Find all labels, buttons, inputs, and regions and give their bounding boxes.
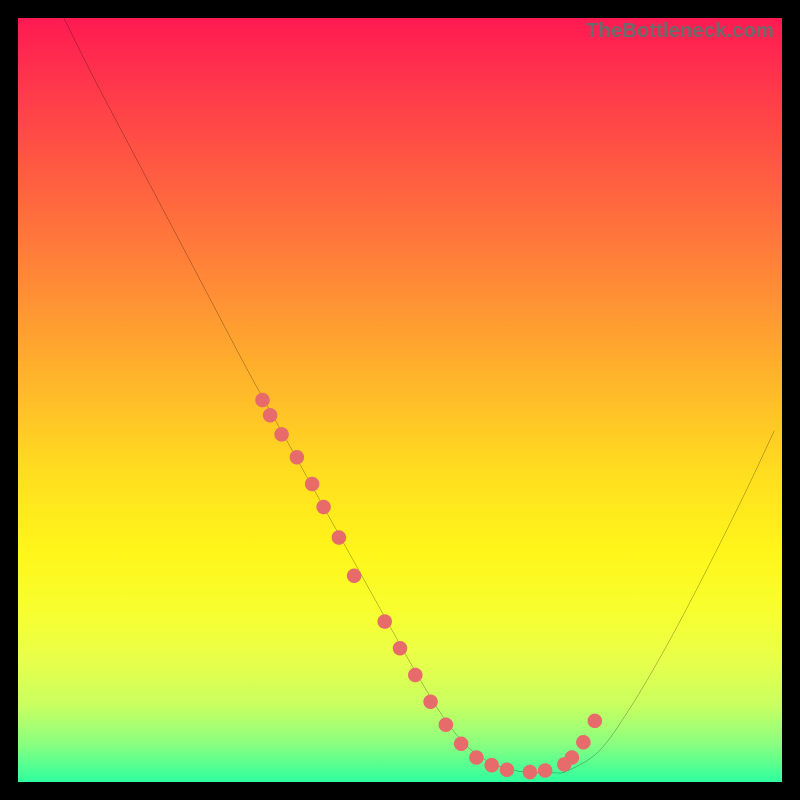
highlight-dot [423, 695, 438, 710]
highlight-dot [500, 763, 515, 778]
highlight-dot [588, 714, 603, 729]
highlight-dot [469, 750, 484, 765]
highlight-dot [290, 450, 305, 465]
highlight-dot [347, 568, 362, 583]
highlight-dot [332, 530, 347, 545]
highlight-dot [565, 750, 580, 765]
highlight-dot [538, 763, 553, 778]
plot-area: TheBottleneck.com [18, 18, 782, 782]
curve-svg [18, 18, 782, 782]
highlight-dot [523, 765, 538, 780]
highlight-dot [393, 641, 408, 656]
highlight-dot [274, 427, 289, 442]
highlight-dots [255, 393, 602, 780]
highlight-dot [484, 758, 499, 773]
highlight-dot [408, 668, 423, 683]
highlight-dot [439, 717, 454, 732]
highlight-dot [316, 500, 331, 515]
highlight-dot [576, 735, 591, 750]
highlight-dot [263, 408, 278, 423]
bottleneck-curve [64, 18, 775, 773]
chart-frame: TheBottleneck.com [0, 0, 800, 800]
highlight-dot [377, 614, 392, 629]
highlight-dot [255, 393, 270, 408]
highlight-dot [454, 737, 469, 752]
highlight-dot [305, 477, 320, 492]
